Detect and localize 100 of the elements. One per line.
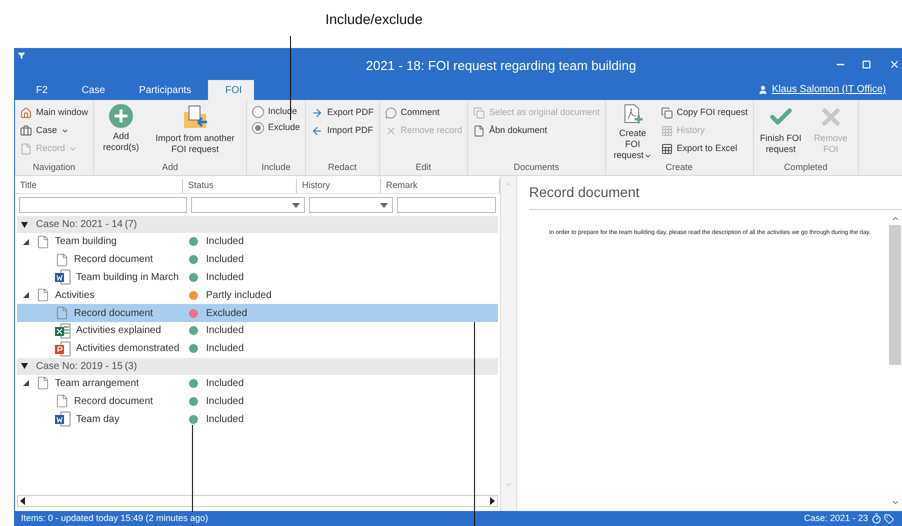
status-cell-text: Included	[206, 412, 244, 427]
ribbon-group-label: Navigation	[32, 161, 76, 173]
column-header[interactable]: Status	[183, 179, 297, 193]
close-icon[interactable]	[889, 58, 900, 70]
quick-access-icon[interactable]	[18, 52, 25, 59]
scroll-down-icon[interactable]	[890, 498, 900, 507]
status-cell-text: Included	[206, 394, 244, 409]
briefcase-icon	[20, 125, 32, 137]
filter-field[interactable]	[397, 197, 496, 213]
ribbon-button[interactable]: Add record(s)	[99, 104, 144, 161]
ribbon-tab[interactable]: Participants	[122, 80, 208, 100]
title-cell-text: Team building	[55, 235, 117, 250]
timer-icon[interactable]	[871, 513, 882, 524]
ribbon-button[interactable]: Copy FOI request	[660, 104, 748, 122]
ribbon-group-label: Add	[161, 161, 180, 173]
ribbon-tab[interactable]: FOI	[208, 80, 254, 100]
ribbon-tab[interactable]: Case	[64, 80, 122, 100]
ribbon-button[interactable]: Export PDF	[311, 104, 374, 122]
ribbon-button[interactable]: Comment	[384, 104, 462, 122]
document-icon	[36, 376, 50, 390]
title-cell-text: Record document	[74, 253, 153, 268]
title-cell-text: Team day	[76, 412, 120, 427]
expand-arrow-icon[interactable]	[23, 238, 31, 245]
title-cell-text: Record document	[74, 306, 153, 321]
ribbon-button[interactable]: Finish FOI request	[758, 104, 803, 161]
document-icon	[55, 306, 69, 320]
horizontal-scrollbar[interactable]	[17, 495, 498, 507]
case-number: Case: 2021 - 23	[804, 512, 868, 525]
ribbon-button[interactable]: Main window	[20, 104, 88, 122]
table-row[interactable]: Record document Excluded	[17, 304, 498, 322]
ribbon-tab[interactable]: F2	[19, 80, 65, 100]
arrow-right-icon	[311, 107, 324, 119]
column-header[interactable]: Title	[15, 179, 183, 193]
group-header[interactable]: Case No: 2021 - 14 (7)	[17, 216, 498, 233]
maximize-icon[interactable]	[862, 60, 871, 68]
folder-import-icon	[182, 104, 208, 130]
tag-icon[interactable]	[884, 514, 894, 524]
document-icon	[36, 288, 50, 302]
word-document-icon	[55, 411, 71, 428]
close-icon	[384, 125, 397, 137]
filter-field[interactable]	[19, 197, 187, 213]
group-count: (3)	[124, 360, 137, 374]
ribbon-group-label: Documents	[512, 161, 560, 173]
table-row[interactable]: Activities explained Included	[17, 322, 498, 340]
table-row[interactable]: Team arrangement Included	[17, 374, 498, 392]
scroll-up-icon[interactable]	[890, 214, 900, 223]
table-row[interactable]: Record document Included	[17, 392, 498, 410]
table-row[interactable]: Record document Included	[17, 250, 498, 269]
group-header[interactable]: Case No: 2019 - 15 (3)	[17, 358, 498, 375]
ribbon-button[interactable]: Import from another FOI request	[149, 104, 242, 161]
spreadsheet-icon	[660, 143, 673, 155]
scroll-left-icon[interactable]	[18, 496, 28, 506]
user-link[interactable]: Klaus Salomon (IT Office)	[772, 82, 886, 97]
document-icon	[473, 125, 486, 137]
expand-arrow-icon[interactable]	[23, 380, 31, 386]
callout-label: Include/exclude	[325, 10, 423, 29]
group-label: Case No: 2019 - 15	[36, 360, 123, 374]
column-header[interactable]: Remark	[381, 179, 500, 193]
ribbon-button[interactable]: Export to Excel	[660, 140, 748, 158]
title-cell-text: Activities	[55, 288, 94, 303]
word-document-icon	[55, 269, 71, 286]
ribbon-button[interactable]: Import PDF	[311, 122, 374, 140]
status-cell-text: Included	[206, 342, 244, 356]
table-row[interactable]: Team building Included	[17, 233, 498, 251]
title-cell-text: Record document	[74, 394, 153, 409]
caret-icon	[292, 202, 300, 208]
scroll-right-icon[interactable]	[487, 496, 497, 506]
ribbon-group-label: Create	[664, 161, 694, 173]
group-count: (7)	[124, 218, 137, 232]
status-cell-text: Included	[206, 235, 244, 250]
status-cell-text: Partly included	[206, 288, 272, 303]
status-text: Items: 0 - updated today 15:49 (2 minutes ago)	[21, 512, 208, 526]
table-row[interactable]: Team building in March Included	[17, 268, 498, 286]
ribbon-button[interactable]: Create FOI request	[610, 104, 655, 161]
document-icon	[36, 234, 50, 249]
status-cell-text: Included	[206, 376, 244, 391]
ribbon-button[interactable]: Case	[20, 122, 88, 140]
collapse-arrow-icon	[21, 363, 28, 370]
spreadsheet-document-icon	[55, 322, 71, 339]
ribbon-group-label: Redact	[327, 161, 358, 173]
ribbon-group-label: Edit	[414, 161, 432, 173]
copy-icon	[660, 107, 673, 119]
document-icon	[55, 394, 69, 408]
user-icon	[758, 84, 768, 94]
preview-title: Record document	[529, 176, 902, 210]
table-row[interactable]: Team day Included	[17, 410, 498, 428]
copy-icon	[473, 107, 486, 119]
title-cell-text: Activities demonstrated	[76, 342, 180, 356]
ribbon-button[interactable]: Åbn dokument	[473, 122, 600, 140]
status-cell-text: Included	[206, 324, 244, 338]
table-row[interactable]: Activities demonstrated Included	[17, 340, 498, 358]
column-header[interactable]: History	[297, 179, 381, 193]
home-icon	[20, 107, 32, 119]
expand-arrow-icon[interactable]	[23, 292, 31, 298]
table-row[interactable]: Activities Partly included	[17, 286, 498, 304]
status-cell-text: Included	[206, 253, 244, 268]
vertical-scrollbar[interactable]	[888, 214, 902, 507]
title-cell-text: Team building in March	[76, 270, 179, 285]
radio-button[interactable]: Exclude	[252, 120, 300, 136]
collapse-arrow-icon	[21, 222, 28, 228]
